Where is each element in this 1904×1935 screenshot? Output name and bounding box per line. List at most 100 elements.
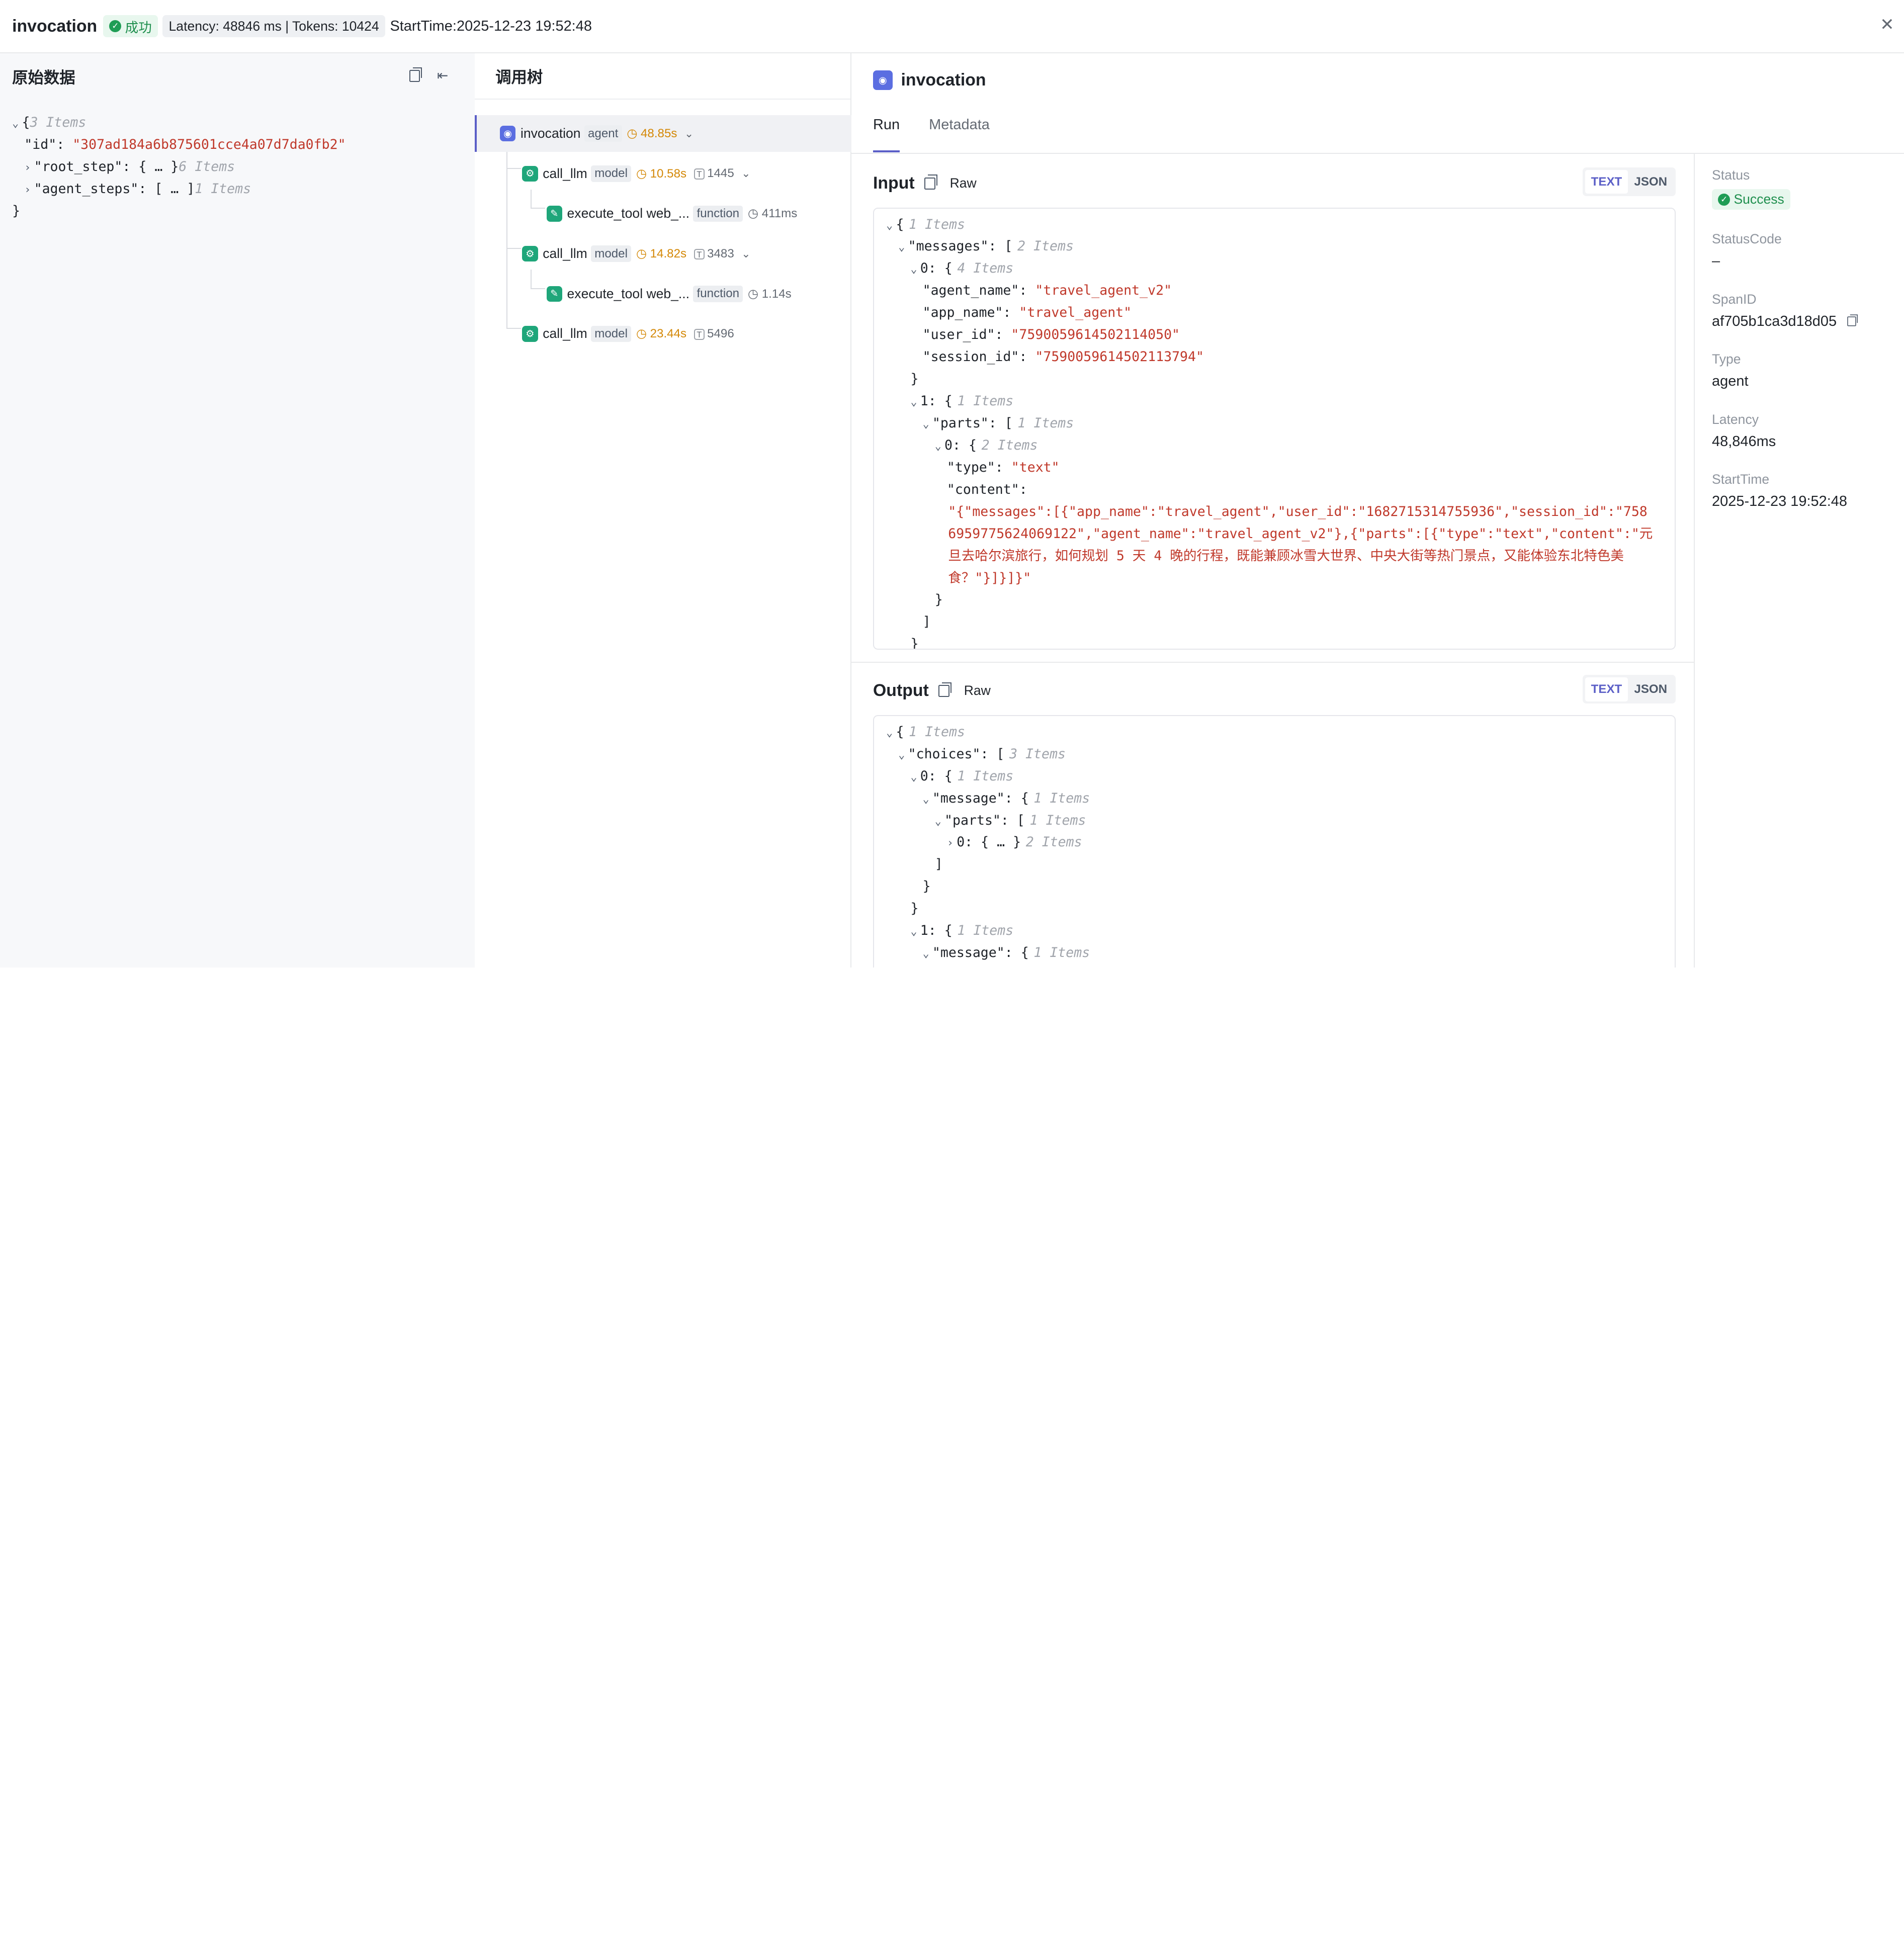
tree-node-call-llm[interactable]: ⚙ call_llm model ◷ 23.44s T 5496 bbox=[475, 316, 851, 352]
token-icon: T bbox=[694, 248, 705, 260]
model-icon: ⚙ bbox=[522, 326, 538, 342]
chevron-down-icon[interactable]: ⌄ bbox=[923, 413, 932, 435]
detail-tabs: Run Metadata bbox=[873, 117, 990, 152]
raw-data-panel: 原始数据 ⇤ ⌄ {3 Items "id": "307ad184a6b87560… bbox=[0, 53, 475, 968]
tree-node-call-llm[interactable]: ⚙ call_llm model ◷ 14.82s T 3483 ⌄ bbox=[475, 235, 851, 272]
input-label: Input bbox=[873, 173, 915, 193]
detail-title: ◉ invocation bbox=[873, 70, 986, 90]
json-line[interactable]: ⌄ "parts": [1 Items bbox=[874, 810, 1675, 832]
chevron-down-icon[interactable]: ⌄ bbox=[886, 722, 896, 744]
token-count: T 1445 bbox=[694, 166, 734, 181]
node-type-tag: agent bbox=[584, 125, 622, 142]
start-time-label: StartTime bbox=[1712, 472, 1770, 487]
tree-node-invocation[interactable]: ◉ invocation agent ◷ 48.85s ⌄ bbox=[475, 115, 851, 152]
input-header: Input Raw TEXT JSON bbox=[873, 167, 1676, 199]
clock-icon: ◷ 48.85s bbox=[627, 127, 677, 141]
node-type-tag: model bbox=[591, 165, 632, 182]
json-line[interactable]: ⌄ {3 Items bbox=[12, 112, 345, 134]
raw-json-tree: ⌄ {3 Items "id": "307ad184a6b875601cce4a0… bbox=[12, 112, 345, 222]
json-line[interactable]: › "root_step": { … }6 Items bbox=[12, 156, 345, 178]
close-icon[interactable]: ✕ bbox=[1880, 15, 1894, 35]
status-badge-label: 成功 bbox=[125, 20, 152, 35]
span-meta-sidebar: Status ✓ Success StatusCode – SpanID af70… bbox=[1694, 153, 1904, 968]
chevron-down-icon[interactable]: ⌄ bbox=[910, 391, 920, 413]
json-line[interactable]: ⌄ 1: {1 Items bbox=[874, 920, 1675, 942]
status-code-label: StatusCode bbox=[1712, 231, 1782, 247]
start-time-value: 2025-12-23 19:52:48 bbox=[1712, 493, 1848, 510]
call-tree-panel: 调用树 ◉ invocation agent ◷ 48.85s ⌄ ⚙ call… bbox=[475, 53, 851, 968]
tab-run[interactable]: Run bbox=[873, 117, 900, 152]
json-line[interactable]: ⌄ "messages": [2 Items bbox=[874, 235, 1675, 257]
tool-icon: ✎ bbox=[546, 206, 562, 222]
chevron-right-icon[interactable]: › bbox=[24, 179, 34, 201]
output-section: Output Raw TEXT JSON ⌄{1 Items ⌄ "choices"… bbox=[873, 675, 1676, 968]
json-line: ] bbox=[934, 856, 943, 872]
clock-icon: ◷ 1.14s bbox=[747, 287, 792, 301]
copy-icon[interactable] bbox=[407, 67, 422, 83]
chevron-down-icon[interactable]: ⌄ bbox=[898, 236, 908, 258]
span-id-value: af705b1ca3d18d05 bbox=[1712, 313, 1837, 329]
json-line[interactable]: ⌄ 1: {1 Items bbox=[874, 390, 1675, 412]
json-line[interactable]: › "agent_steps": [ … ]1 Items bbox=[12, 178, 345, 200]
collapse-all-icon[interactable]: ⇤ bbox=[435, 68, 450, 83]
json-line[interactable]: ⌄ 0: {1 Items bbox=[874, 765, 1675, 787]
type-value: agent bbox=[1712, 373, 1749, 390]
json-line[interactable]: ⌄ "parts": [1 Items bbox=[874, 412, 1675, 434]
json-line: ] bbox=[922, 614, 931, 630]
chevron-down-icon[interactable]: ⌄ bbox=[741, 247, 750, 260]
json-line[interactable]: › 0: { … } 2 Items bbox=[874, 831, 1675, 853]
chevron-down-icon[interactable]: ⌄ bbox=[910, 921, 920, 943]
status-code-value: – bbox=[1712, 253, 1720, 270]
chevron-down-icon[interactable]: ⌄ bbox=[684, 127, 694, 140]
tree-node-execute-tool[interactable]: ✎ execute_tool web_... function ◷ 1.14s bbox=[475, 276, 851, 312]
tree-node-call-llm[interactable]: ⚙ call_llm model ◷ 10.58s T 1445 ⌄ bbox=[475, 155, 851, 192]
json-format-button[interactable]: JSON bbox=[1628, 677, 1673, 701]
clock-icon: ◷ 14.82s bbox=[636, 247, 687, 261]
chevron-down-icon[interactable]: ⌄ bbox=[12, 113, 22, 135]
node-type-tag: model bbox=[591, 325, 632, 342]
json-line: } bbox=[922, 878, 931, 895]
chevron-down-icon[interactable]: ⌄ bbox=[935, 811, 944, 833]
chevron-down-icon[interactable]: ⌄ bbox=[898, 744, 908, 766]
output-raw-toggle[interactable]: Raw bbox=[964, 683, 991, 698]
check-icon: ✓ bbox=[1718, 193, 1730, 206]
chevron-down-icon[interactable]: ⌄ bbox=[935, 435, 944, 458]
latency-label: Latency bbox=[1712, 411, 1759, 427]
json-line[interactable]: ⌄ "message": {1 Items bbox=[874, 942, 1675, 964]
json-line[interactable]: ⌄ 0: {4 Items bbox=[874, 257, 1675, 280]
tree-node-execute-tool[interactable]: ✎ execute_tool web_... function ◷ 411ms bbox=[475, 196, 851, 232]
json-line: } bbox=[12, 203, 21, 219]
text-format-button[interactable]: TEXT bbox=[1585, 170, 1628, 194]
input-raw-toggle[interactable]: Raw bbox=[950, 175, 977, 191]
chevron-down-icon[interactable]: ⌄ bbox=[923, 943, 932, 965]
tab-metadata[interactable]: Metadata bbox=[929, 117, 990, 152]
input-format-toggle: TEXT JSON bbox=[1582, 167, 1676, 197]
clock-icon: ◷ 10.58s bbox=[636, 166, 687, 181]
json-format-button[interactable]: JSON bbox=[1628, 170, 1673, 194]
json-line[interactable]: ⌄{1 Items bbox=[874, 721, 1675, 743]
chevron-right-icon[interactable]: › bbox=[24, 157, 34, 179]
token-count: T 3483 bbox=[694, 247, 734, 261]
status-label: Status bbox=[1712, 167, 1750, 183]
type-label: Type bbox=[1712, 351, 1741, 367]
chevron-down-icon[interactable]: ⌄ bbox=[886, 215, 896, 237]
chevron-down-icon[interactable]: ⌄ bbox=[910, 766, 920, 788]
status-badge: ✓ 成功 bbox=[103, 15, 158, 37]
chevron-right-icon[interactable]: › bbox=[947, 832, 957, 854]
json-line[interactable]: ⌄ "choices": [3 Items bbox=[874, 743, 1675, 765]
copy-icon[interactable] bbox=[1847, 314, 1858, 327]
input-json-tree: ⌄{1 Items ⌄ "messages": [2 Items ⌄ 0: {4 Ite… bbox=[874, 214, 1675, 501]
chevron-down-icon[interactable]: ⌄ bbox=[910, 258, 920, 281]
json-line[interactable]: ⌄{1 Items bbox=[874, 214, 1675, 236]
json-line[interactable]: ⌄ "message": {1 Items bbox=[874, 787, 1675, 810]
json-line[interactable]: ⌄ 0: {2 Items bbox=[874, 434, 1675, 457]
token-count: T 5496 bbox=[694, 327, 734, 341]
json-line: "user_id": "7590059614502114050" bbox=[922, 327, 1180, 343]
copy-icon[interactable] bbox=[924, 174, 937, 190]
node-type-tag: function bbox=[693, 285, 743, 302]
chevron-down-icon[interactable]: ⌄ bbox=[923, 788, 932, 811]
chevron-down-icon[interactable]: ⌄ bbox=[741, 167, 750, 180]
text-format-button[interactable]: TEXT bbox=[1585, 677, 1628, 701]
copy-icon[interactable] bbox=[938, 682, 951, 697]
output-code-box: ⌄{1 Items ⌄ "choices": [3 Items ⌄ 0: {1 Item… bbox=[873, 715, 1676, 968]
